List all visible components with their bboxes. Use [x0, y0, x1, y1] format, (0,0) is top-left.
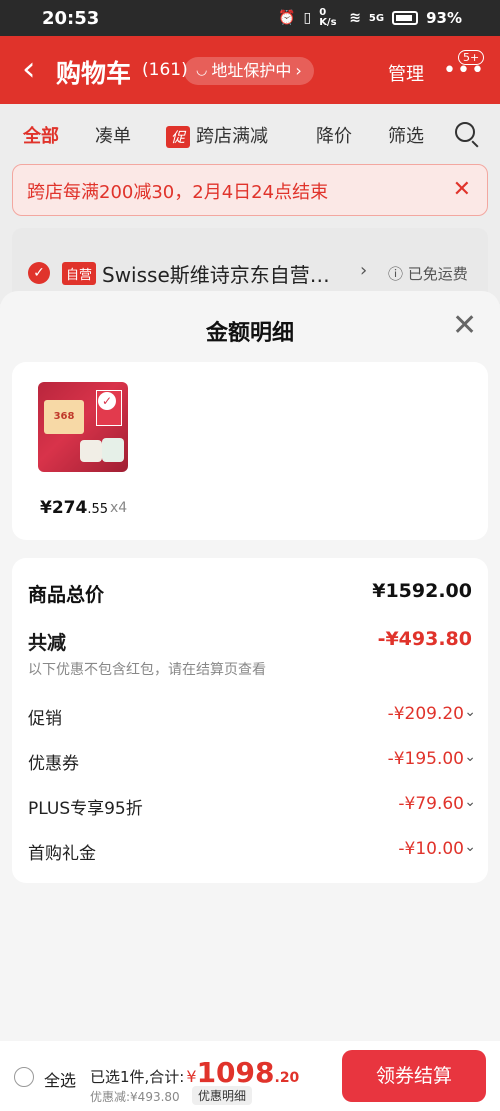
tab-cross-store[interactable]: 促跨店满减	[166, 122, 268, 148]
price-int: ¥274	[40, 498, 88, 518]
select-all-checkbox[interactable]	[14, 1067, 34, 1087]
back-icon[interactable]: ‹	[22, 52, 36, 86]
checkout-button[interactable]: 领券结算	[342, 1050, 486, 1102]
promo-tag: 促	[166, 126, 190, 148]
reduce-label: 共减	[28, 632, 67, 654]
total-label: 商品总价	[28, 584, 105, 606]
tab-combine[interactable]: 凑单	[95, 122, 131, 148]
cart-count: (161)	[142, 60, 188, 80]
price-dec: .55	[87, 502, 109, 517]
product-qty: x4	[110, 500, 128, 516]
chevron-down-icon[interactable]: ⌄	[464, 794, 476, 810]
close-icon[interactable]: ✕	[452, 311, 477, 341]
free-shipping-label: 已免运费	[407, 265, 468, 283]
check-icon: ✓	[98, 392, 116, 410]
tab-all[interactable]: 全部	[23, 122, 59, 148]
status-icons: ⏰ ▯ 0 K/s ≋ 5G 93%	[278, 8, 462, 28]
chevron-right-icon: ›	[360, 260, 368, 281]
product-image[interactable]: 368 ✓	[38, 382, 128, 472]
amount-detail-sheet: 金额明细 ✕ 368 ✓ ¥274.55 x4 商品总价 ¥1592.00 共减…	[0, 291, 500, 1041]
cart-background: 全部 凑单 促跨店满减 降价 筛选 跨店每满200减30，2月4日24点结束 ✕…	[0, 104, 500, 304]
discount-value: -¥209.20	[387, 704, 464, 724]
image-jar	[80, 440, 102, 462]
checked-icon[interactable]: ✓	[28, 262, 50, 284]
product-card: 368 ✓ ¥274.55 x4	[12, 362, 488, 540]
sum-int: 1098	[196, 1056, 275, 1089]
alarm-icon: ⏰	[278, 10, 296, 26]
tab-price-drop[interactable]: 降价	[316, 122, 352, 148]
chevron-right-icon: ›	[295, 61, 302, 80]
chevron-down-icon[interactable]: ⌄	[464, 749, 476, 765]
tab-cross-store-label: 跨店满减	[196, 126, 268, 147]
discount-detail-button[interactable]: 优惠明细	[192, 1086, 253, 1105]
close-icon[interactable]: ✕	[453, 177, 471, 202]
discount-label: 优惠券	[28, 754, 79, 774]
battery-level: 93%	[426, 9, 462, 27]
discount-label: 首购礼金	[28, 844, 96, 864]
reduced-amount: 优惠减:¥493.80	[90, 1090, 180, 1104]
tab-filter[interactable]: 筛选	[388, 122, 424, 148]
product-price: ¥274.55	[40, 498, 108, 518]
image-jar	[102, 438, 124, 462]
address-protection-pill[interactable]: ◡ 地址保护中 ›	[184, 57, 314, 85]
net-speed: 0 K/s	[319, 7, 337, 28]
page-title: 购物车	[56, 59, 132, 88]
selected-text: 已选1件,合计:	[90, 1068, 185, 1086]
filter-tabs: 全部 凑单 促跨店满减 降价 筛选	[0, 104, 500, 162]
sheet-title: 金额明细	[205, 321, 294, 346]
discount-note: 以下优惠不包含红包，请在结算页查看	[28, 662, 266, 678]
select-all-label[interactable]: 全选	[44, 1067, 76, 1091]
checkout-bar: 全选 已选1件,合计: ¥ 1098 .20 优惠减:¥493.80 优惠明细 …	[0, 1041, 500, 1111]
status-time: 20:53	[42, 8, 100, 29]
amount-detail-card: 商品总价 ¥1592.00 共减 -¥493.80 以下优惠不包含红包，请在结算…	[12, 558, 488, 883]
nav-bar: ‹ 购物车 (161) ◡ 地址保护中 › 管理 ••• 5+	[0, 36, 500, 104]
search-icon[interactable]	[455, 122, 475, 142]
chevron-down-icon[interactable]: ⌄	[464, 704, 476, 720]
image-badge: 368	[44, 400, 84, 434]
battery-icon	[392, 11, 419, 25]
reduce-value: -¥493.80	[377, 628, 472, 650]
message-badge: 5+	[458, 50, 485, 65]
manage-button[interactable]: 管理	[388, 60, 424, 86]
chevron-down-icon[interactable]: ⌄	[464, 839, 476, 855]
vibrate-icon: ▯	[303, 10, 312, 26]
eye-closed-icon: ◡	[196, 63, 208, 78]
self-operated-tag: 自营	[62, 262, 97, 285]
store-name[interactable]: Swisse斯维诗京东自营…	[102, 259, 330, 288]
promo-banner-text: 跨店每满200减30，2月4日24点结束	[27, 182, 329, 203]
signal-icon: 5G	[368, 12, 385, 24]
total-value: ¥1592.00	[372, 580, 472, 602]
discount-value: -¥10.00	[398, 839, 464, 859]
address-protection-label: 地址保护中	[211, 61, 292, 80]
currency-symbol: ¥	[186, 1067, 197, 1086]
wifi-icon: ≋	[349, 10, 361, 26]
total-summary: 已选1件,合计: ¥ 1098 .20	[90, 1056, 300, 1089]
free-shipping: ⓘ 已免运费	[388, 265, 468, 283]
sum-dec: .20	[274, 1070, 300, 1086]
status-bar: 20:53 ⏰ ▯ 0 K/s ≋ 5G 93%	[0, 0, 500, 36]
discount-label: PLUS专享95折	[28, 799, 143, 819]
discount-value: -¥195.00	[387, 749, 464, 769]
discount-value: -¥79.60	[398, 794, 464, 814]
promo-banner[interactable]: 跨店每满200减30，2月4日24点结束 ✕	[12, 164, 488, 216]
discount-label: 促销	[28, 709, 62, 729]
